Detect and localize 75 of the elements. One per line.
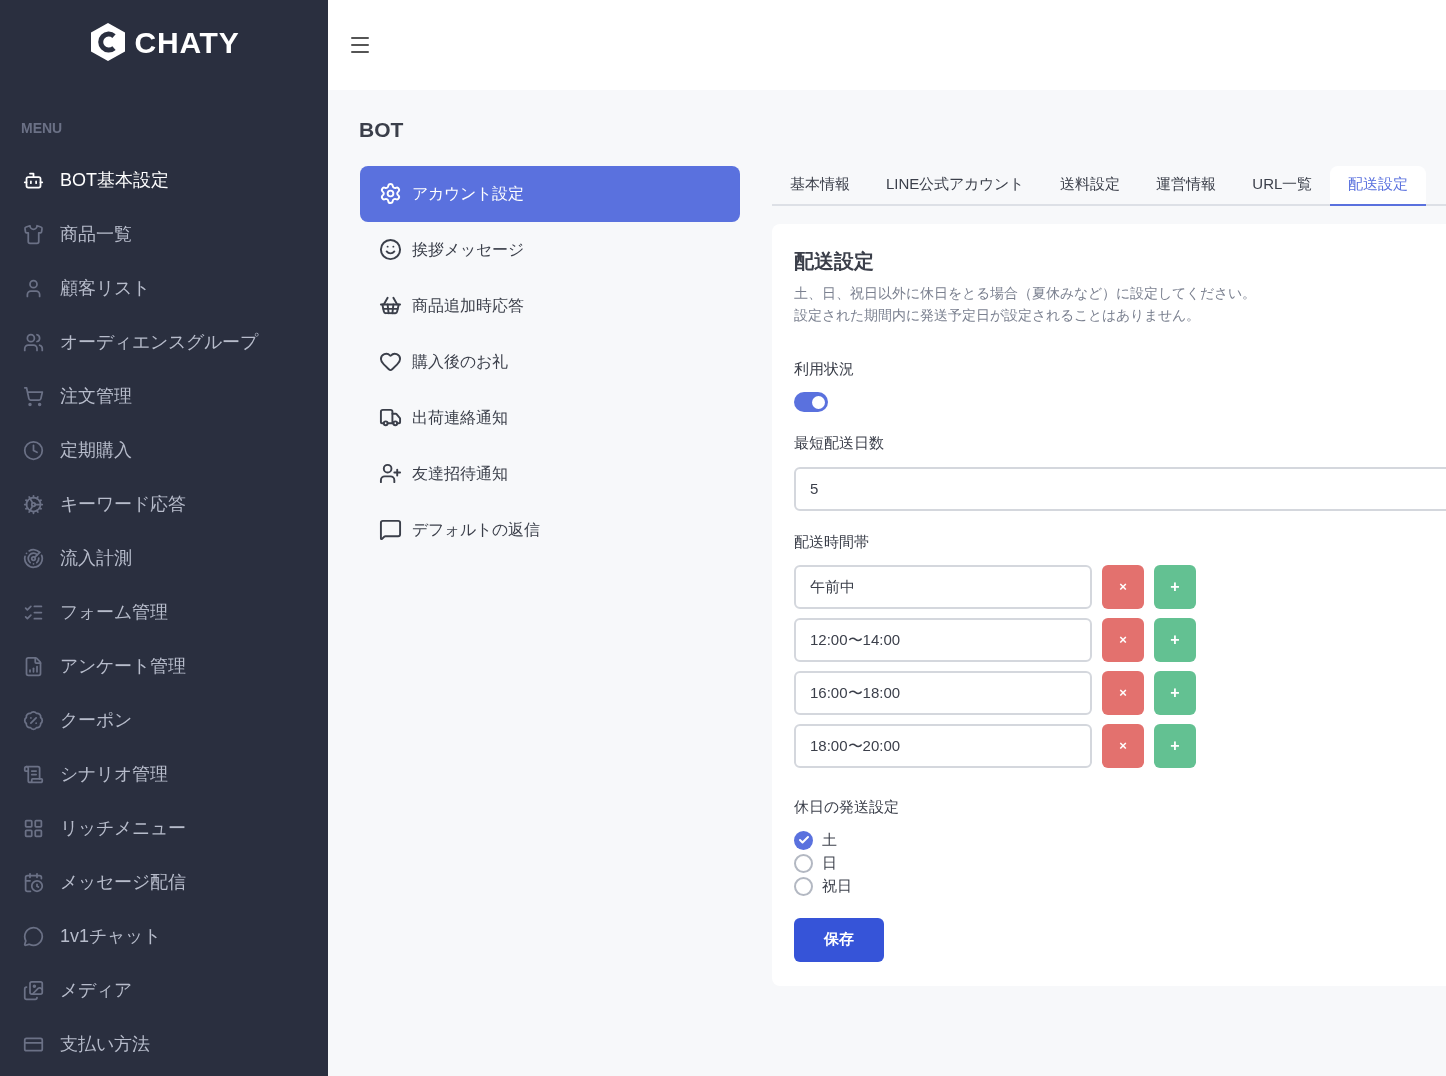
input-field[interactable]: 16:00〜18:00 [794, 671, 1092, 715]
shirt-icon [23, 223, 44, 245]
submenu-item[interactable]: 出荷連絡通知 [360, 389, 740, 446]
sidebar-item[interactable]: フォーム管理 [0, 585, 328, 639]
tab[interactable]: URL一覧 [1234, 165, 1331, 206]
logo-icon [88, 22, 127, 62]
toggle-switch[interactable] [794, 392, 828, 412]
user-plus-icon [379, 462, 402, 485]
field-label: 配送時間帯 [794, 531, 870, 552]
submenu-item[interactable]: 挨拶メッセージ [360, 221, 740, 278]
smile-icon [379, 238, 402, 261]
scroll-icon [23, 763, 44, 785]
checkbox[interactable] [794, 876, 813, 896]
checkbox[interactable] [794, 830, 813, 850]
sidebar-item[interactable]: アンケート管理 [0, 639, 328, 693]
submenu-item[interactable]: アカウント設定 [360, 165, 740, 222]
input-field[interactable]: 午前中 [794, 565, 1092, 609]
input-field[interactable]: 18:00〜20:00 [794, 724, 1092, 768]
calendar-clock-icon [23, 871, 44, 893]
basket-icon [379, 294, 402, 317]
checkbox-label: 日 [822, 852, 837, 873]
sidebar-item[interactable]: 注文管理 [0, 369, 328, 423]
sidebar-item[interactable]: 商品一覧 [0, 207, 328, 261]
percent-badge-icon [23, 709, 44, 731]
sidebar-item[interactable]: リッチメニュー [0, 801, 328, 855]
check-icon [797, 834, 810, 846]
images-icon [23, 979, 44, 1001]
logo-text: CHATY [134, 24, 240, 61]
card-description: 土、日、祝日以外に休日をとる場合（夏休みなど）に設定してください。 [794, 283, 1257, 303]
tab[interactable]: 送料設定 [1042, 165, 1139, 206]
card-description: 設定された期間内に発送予定日が設定されることはありません。 [794, 305, 1201, 325]
submenu-item[interactable]: 商品追加時応答 [360, 277, 740, 334]
clock-icon [23, 439, 44, 461]
message-icon [379, 518, 402, 541]
field-label: 最短配送日数 [794, 433, 885, 453]
menu-label: MENU [20, 119, 64, 138]
chat-bubble-icon [23, 925, 44, 947]
sidebar-item[interactable]: クーポン [0, 693, 328, 747]
page-title: BOT [359, 117, 405, 143]
input-field[interactable]: 5 [794, 466, 1446, 511]
tab[interactable]: 配送設定 [1330, 165, 1427, 206]
tab[interactable]: 運営情報 [1138, 165, 1235, 206]
tab[interactable]: 基本情報 [772, 165, 868, 206]
sidebar-item[interactable]: オーディエンスグループ [0, 315, 328, 369]
sidebar-item[interactable]: メディア [0, 963, 328, 1017]
sidebar-item[interactable]: BOT基本設定 [0, 153, 328, 207]
settings-icon [379, 182, 402, 205]
submenu-item[interactable]: 友達招待通知 [360, 445, 740, 502]
card-title: 配送設定 [794, 248, 875, 274]
sidebar-item[interactable]: 流入計測 [0, 531, 328, 585]
submenu-item[interactable]: 購入後のお礼 [360, 333, 740, 390]
sidebar-item[interactable]: 1v1チャット [0, 909, 328, 963]
checkbox-label: 土 [822, 829, 837, 850]
signal-icon [23, 547, 44, 569]
sidebar-item[interactable]: キーワード応答 [0, 477, 328, 531]
save-button[interactable]: 保存 [794, 917, 884, 962]
input-field[interactable]: 12:00〜14:00 [794, 618, 1092, 662]
cart-icon [23, 385, 44, 407]
sidebar-item[interactable]: 支払い方法 [0, 1017, 328, 1071]
people-icon [23, 331, 44, 353]
truck-icon [379, 406, 402, 429]
sidebar-item[interactable]: シナリオ管理 [0, 747, 328, 801]
grid-icon [23, 817, 44, 839]
heart-icon [379, 350, 402, 373]
checkbox[interactable] [794, 853, 813, 873]
field-label: 利用状況 [794, 358, 855, 379]
sidebar-item[interactable]: 定期購入 [0, 423, 328, 477]
sidebar-item[interactable]: 顧客リスト [0, 261, 328, 315]
chart-file-icon [23, 655, 44, 677]
checkbox-label: 祝日 [822, 875, 852, 896]
field-label: 休日の発送設定 [794, 797, 900, 817]
tab[interactable]: LINE公式アカウント [868, 165, 1043, 206]
submenu-item[interactable]: デフォルトの返信 [360, 501, 740, 558]
gear-icon [23, 493, 44, 515]
sidebar-item[interactable]: メッセージ配信 [0, 855, 328, 909]
